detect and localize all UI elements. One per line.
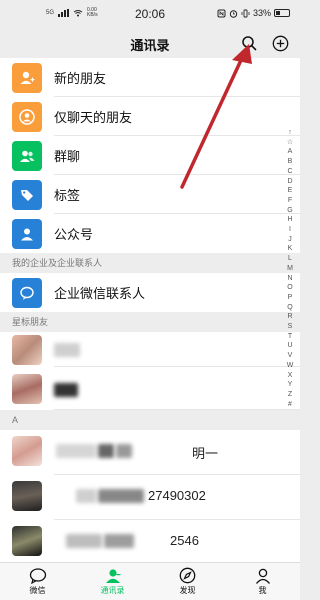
plus-circle-icon bbox=[272, 35, 288, 51]
tab-chats[interactable]: 微信 bbox=[0, 563, 75, 600]
section-header-a: A bbox=[0, 410, 300, 430]
contact-row[interactable]: 27490302 bbox=[0, 475, 300, 520]
index-letter[interactable]: Z bbox=[288, 390, 292, 400]
work-wechat-icon bbox=[12, 277, 42, 308]
index-letter[interactable]: # bbox=[288, 400, 292, 410]
index-letter[interactable]: L bbox=[288, 254, 292, 264]
blurred-name bbox=[76, 489, 96, 503]
contact-row[interactable]: 2546 bbox=[0, 520, 300, 562]
avatar bbox=[12, 481, 42, 511]
group-chat-icon bbox=[12, 140, 42, 171]
list-item-tags[interactable]: 标签 bbox=[0, 175, 300, 214]
index-letter[interactable]: ☆ bbox=[287, 138, 293, 148]
index-letter[interactable]: Q bbox=[287, 303, 292, 313]
list-item-label: 企业微信联系人 bbox=[54, 286, 146, 301]
system-indicators: 33% bbox=[217, 8, 290, 18]
index-letter[interactable]: Y bbox=[288, 380, 293, 390]
add-friend-icon bbox=[12, 62, 42, 93]
blurred-name bbox=[98, 444, 114, 458]
list-item-group-chats[interactable]: 群聊 bbox=[0, 136, 300, 175]
index-letter[interactable]: ↑ bbox=[288, 128, 292, 138]
index-letter[interactable]: O bbox=[287, 283, 292, 293]
tab-me[interactable]: 我 bbox=[225, 563, 300, 600]
avatar bbox=[12, 374, 42, 404]
blurred-name bbox=[54, 343, 80, 357]
index-letter[interactable]: M bbox=[287, 264, 293, 274]
tag-icon bbox=[12, 179, 42, 210]
list-item-label: 公众号 bbox=[54, 227, 94, 242]
alarm-icon bbox=[229, 9, 238, 18]
list-item-label: 仅聊天的朋友 bbox=[54, 110, 133, 125]
status-bar: 5G 0.00 KB/s 20:06 33% bbox=[0, 0, 300, 28]
index-letter[interactable]: F bbox=[288, 196, 292, 206]
section-header-enterprise: 我的企业及企业联系人 bbox=[0, 253, 300, 273]
blurred-name bbox=[54, 383, 78, 397]
list-item-label: 新的朋友 bbox=[54, 71, 107, 86]
nfc-icon bbox=[217, 9, 226, 17]
contact-row[interactable] bbox=[0, 367, 300, 410]
blurred-name bbox=[56, 444, 96, 458]
section-header-starred: 星标朋友 bbox=[0, 312, 300, 332]
tab-label: 我 bbox=[258, 585, 267, 595]
index-letter[interactable]: S bbox=[288, 322, 293, 332]
index-letter[interactable]: T bbox=[288, 332, 292, 342]
index-letter[interactable]: V bbox=[288, 351, 293, 361]
contact-row[interactable] bbox=[0, 332, 300, 367]
tab-label: 微信 bbox=[29, 585, 46, 595]
index-letter[interactable]: G bbox=[287, 206, 292, 216]
tab-discover[interactable]: 发现 bbox=[150, 563, 225, 600]
avatar bbox=[12, 526, 42, 556]
compass-icon bbox=[179, 567, 196, 584]
title-bar: 通讯录 bbox=[0, 28, 300, 58]
bottom-nav: 微信 通讯录 发现 我 bbox=[0, 562, 300, 600]
index-letter[interactable]: W bbox=[287, 361, 294, 371]
search-icon bbox=[242, 36, 257, 51]
list-item-label: 标签 bbox=[54, 188, 81, 203]
blurred-name bbox=[66, 534, 102, 548]
battery-icon bbox=[274, 9, 290, 17]
contact-list[interactable]: 新的朋友 仅聊天的朋友 群聊 标签 公众号 我的企业及企业联系人 企业微信联系人… bbox=[0, 58, 300, 562]
avatar bbox=[12, 436, 42, 466]
tab-label: 通讯录 bbox=[100, 585, 125, 595]
index-letter[interactable]: P bbox=[288, 293, 293, 303]
index-letter[interactable]: N bbox=[287, 274, 292, 284]
add-button[interactable] bbox=[269, 32, 291, 54]
blurred-name bbox=[104, 534, 134, 548]
chat-bubble-icon bbox=[29, 567, 46, 584]
list-item-new-friends[interactable]: 新的朋友 bbox=[0, 58, 300, 97]
blurred-name bbox=[98, 489, 144, 503]
blurred-name bbox=[116, 444, 132, 458]
contact-row[interactable]: 明一 bbox=[0, 430, 300, 475]
alphabet-index[interactable]: ↑ ☆ A B C D E F G H I J K L M N O P Q R S T U V W X Y Z # bbox=[285, 128, 295, 409]
index-letter[interactable]: K bbox=[288, 244, 293, 254]
list-item-official-accounts[interactable]: 公众号 bbox=[0, 214, 300, 253]
index-letter[interactable]: A bbox=[288, 147, 293, 157]
index-letter[interactable]: J bbox=[288, 235, 292, 245]
index-letter[interactable]: U bbox=[287, 341, 292, 351]
search-button[interactable] bbox=[238, 32, 260, 54]
battery-percent: 33% bbox=[252, 8, 271, 18]
tab-contacts[interactable]: 通讯录 bbox=[75, 563, 150, 600]
index-letter[interactable]: R bbox=[287, 312, 292, 322]
chat-only-friend-icon bbox=[12, 101, 42, 132]
contact-name: 2546 bbox=[170, 533, 199, 548]
index-letter[interactable]: B bbox=[288, 157, 293, 167]
list-item-label: 群聊 bbox=[54, 149, 81, 164]
list-item-chat-only-friends[interactable]: 仅聊天的朋友 bbox=[0, 97, 300, 136]
index-letter[interactable]: H bbox=[287, 215, 292, 225]
vibrate-icon bbox=[241, 9, 250, 17]
avatar bbox=[12, 335, 42, 365]
list-item-work-wechat-contacts[interactable]: 企业微信联系人 bbox=[0, 273, 300, 312]
official-account-icon bbox=[12, 218, 42, 249]
index-letter[interactable]: D bbox=[287, 177, 292, 187]
index-letter[interactable]: C bbox=[287, 167, 292, 177]
index-letter[interactable]: E bbox=[288, 186, 293, 196]
index-letter[interactable]: I bbox=[289, 225, 291, 235]
person-icon bbox=[255, 568, 270, 584]
index-letter[interactable]: X bbox=[288, 371, 293, 381]
contact-name: 27490302 bbox=[148, 488, 206, 503]
contact-name: 明一 bbox=[192, 446, 219, 461]
tab-label: 发现 bbox=[179, 586, 196, 595]
contacts-icon bbox=[105, 568, 120, 583]
